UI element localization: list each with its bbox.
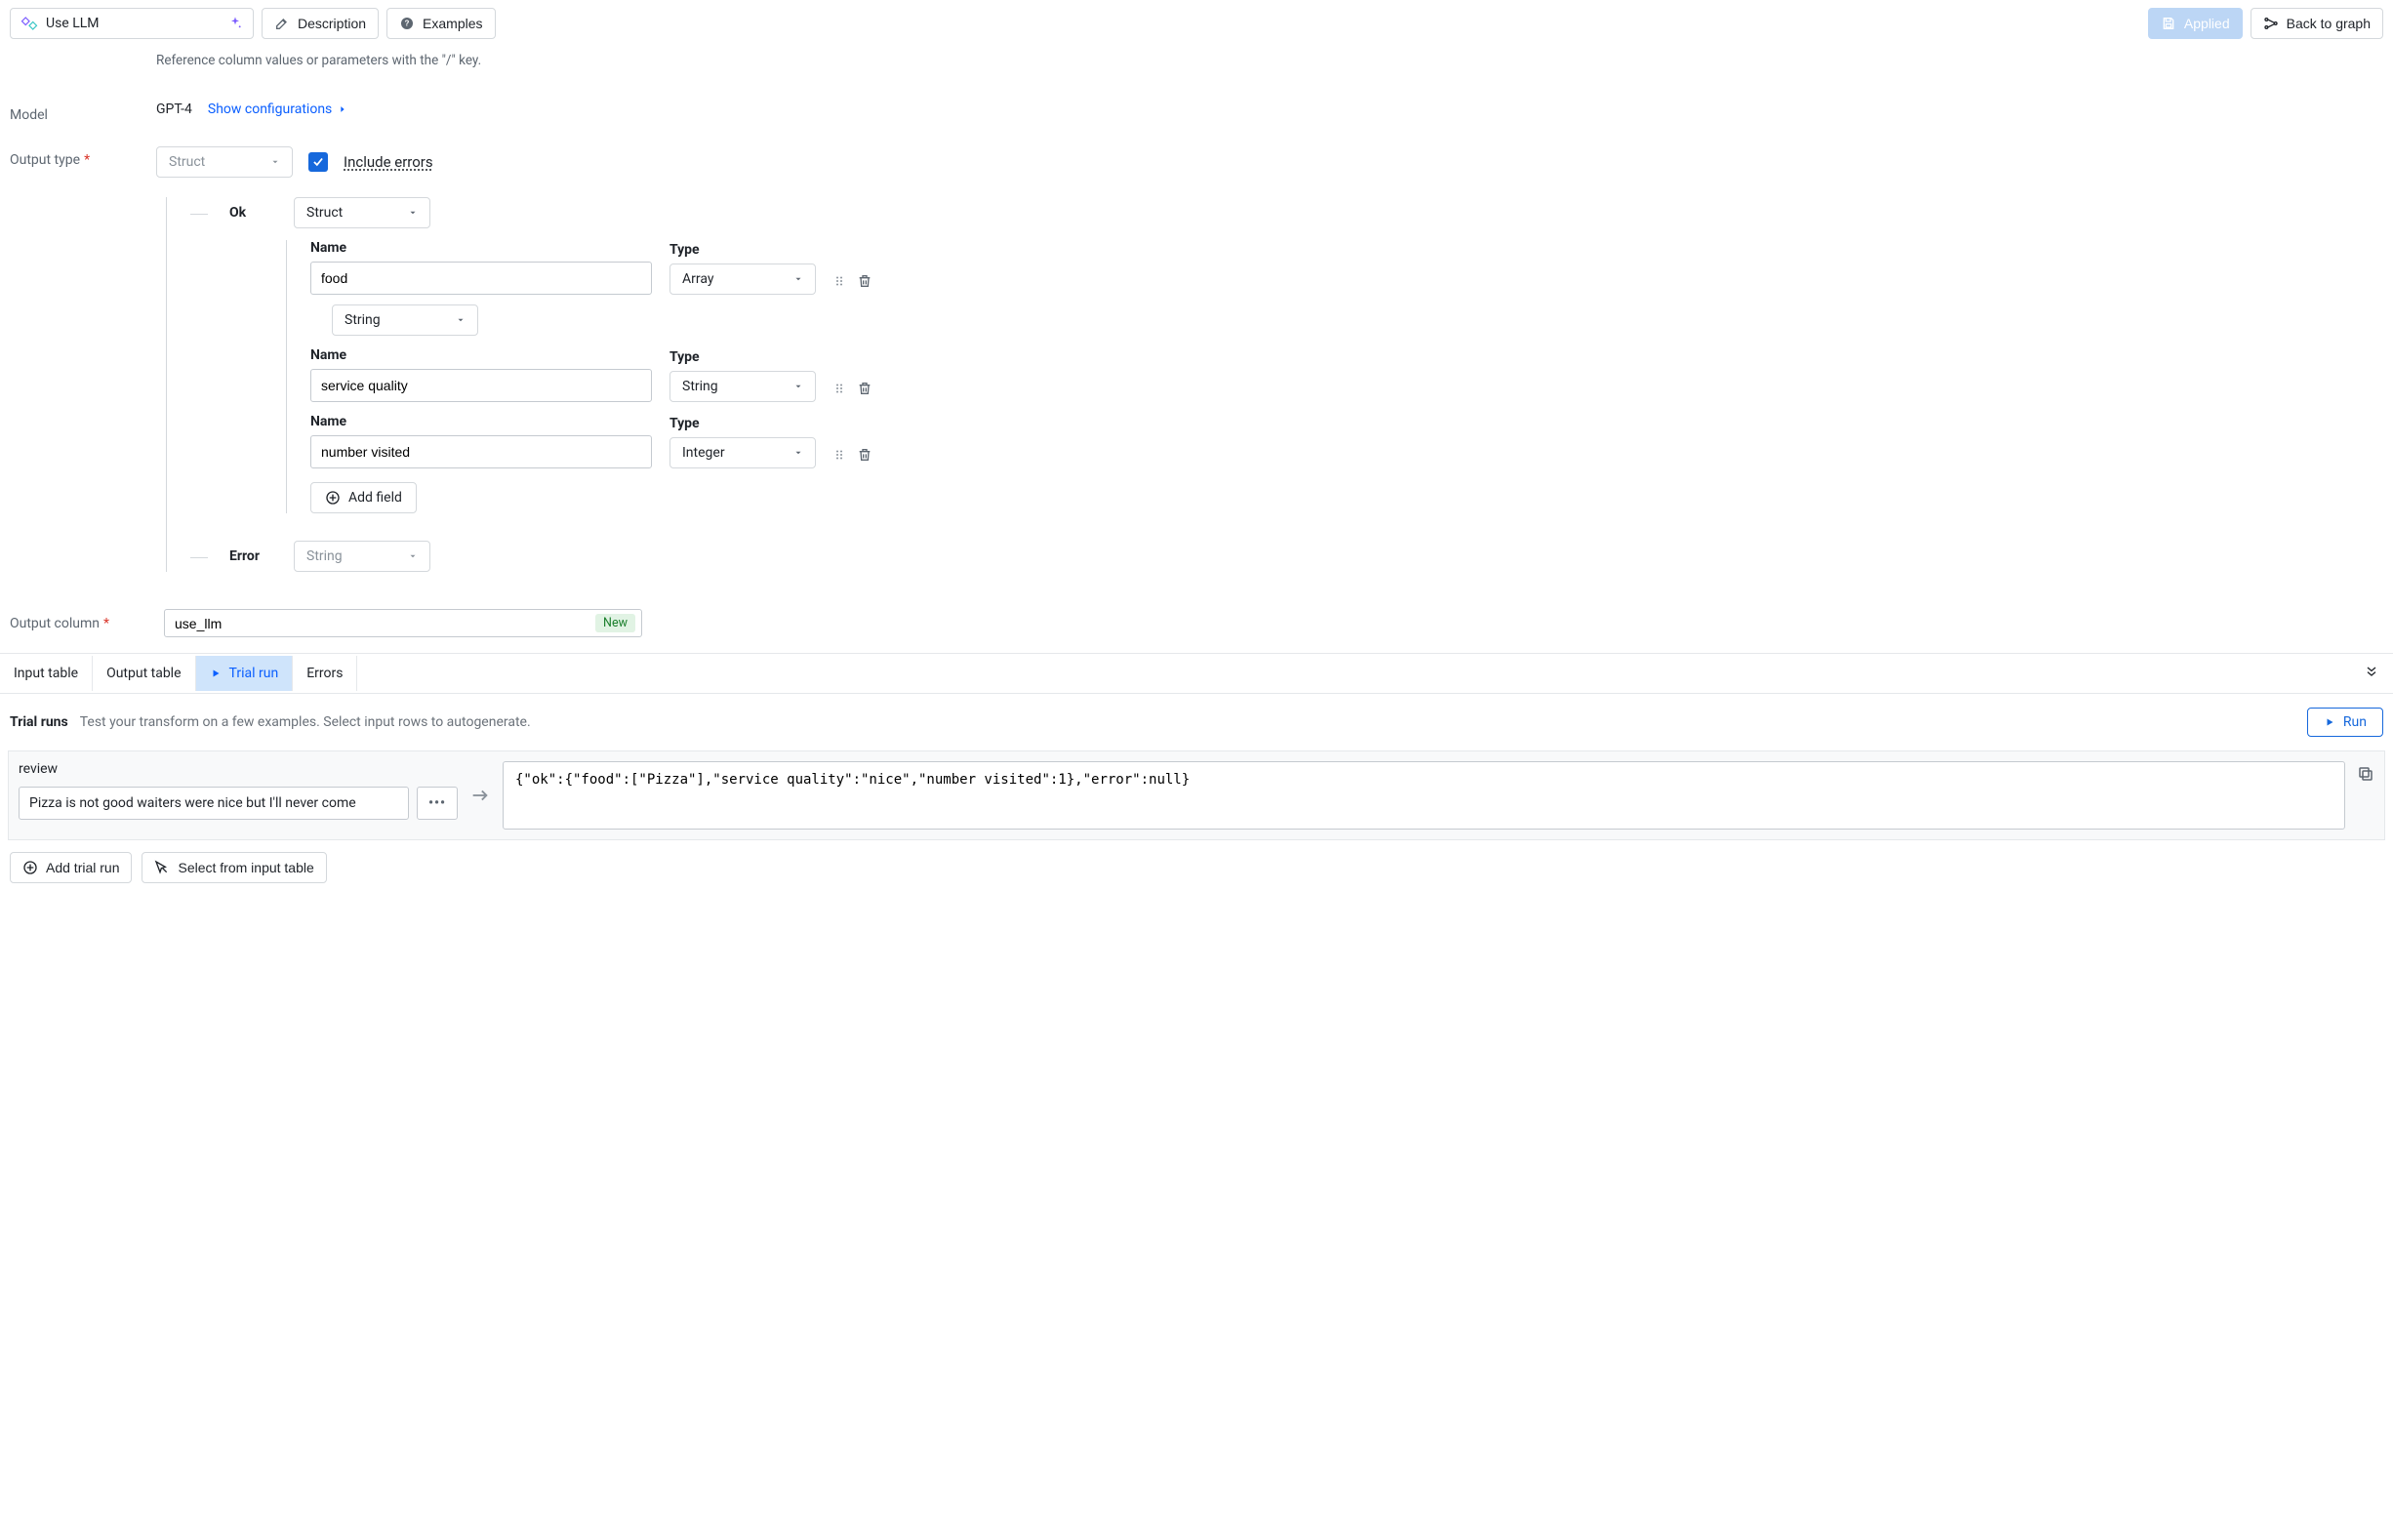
type-header: Type xyxy=(669,242,816,258)
new-badge: New xyxy=(595,614,635,632)
name-header: Name xyxy=(310,414,652,429)
help-icon: ? xyxy=(399,16,415,31)
field-subtype-select[interactable]: String xyxy=(332,304,478,336)
chevron-right-icon xyxy=(338,104,347,114)
tab-trial-run[interactable]: Trial run xyxy=(196,656,294,691)
delete-icon[interactable] xyxy=(857,381,872,396)
caret-down-icon xyxy=(408,551,418,561)
caret-down-icon xyxy=(408,208,418,218)
include-errors-label: Include errors xyxy=(344,153,433,171)
node-title-input[interactable]: Use LLM xyxy=(10,8,254,39)
trial-runs-desc: Test your transform on a few examples. S… xyxy=(80,714,531,730)
back-to-graph-button[interactable]: Back to graph xyxy=(2251,8,2383,39)
trial-run-row: review Pizza is not good waiters were ni… xyxy=(8,750,2385,840)
prompt-hint-text: Reference column values or parameters wi… xyxy=(156,53,2383,68)
name-header: Name xyxy=(310,240,652,256)
drag-handle-icon[interactable] xyxy=(833,273,845,289)
delete-icon[interactable] xyxy=(857,447,872,463)
type-header: Type xyxy=(669,416,816,431)
ok-type-select[interactable]: Struct xyxy=(294,197,430,228)
examples-button-label: Examples xyxy=(423,16,482,31)
trial-input-more-button[interactable]: ••• xyxy=(417,787,458,820)
collapse-panel-button[interactable] xyxy=(2350,654,2393,693)
error-type-select[interactable]: String xyxy=(294,541,430,572)
add-field-button[interactable]: Add field xyxy=(310,482,417,513)
field-type-select[interactable]: Array xyxy=(669,263,816,295)
edit-icon xyxy=(274,16,290,31)
delete-icon[interactable] xyxy=(857,273,872,289)
description-button-label: Description xyxy=(298,16,366,31)
sparkle-icon xyxy=(227,16,243,31)
trial-output-field[interactable] xyxy=(503,761,2345,830)
error-branch-label: Error xyxy=(229,548,278,564)
model-label: Model xyxy=(10,107,146,123)
node-title-text: Use LLM xyxy=(46,16,100,31)
examples-button[interactable]: ? Examples xyxy=(386,8,495,39)
field-name-input[interactable] xyxy=(310,369,652,402)
drag-handle-icon[interactable] xyxy=(833,381,845,396)
caret-down-icon xyxy=(793,274,803,284)
svg-text:?: ? xyxy=(405,20,410,28)
include-errors-checkbox[interactable] xyxy=(308,152,328,172)
arrow-right-icon xyxy=(469,761,491,830)
caret-down-icon xyxy=(793,382,803,391)
add-trial-run-button[interactable]: Add trial run xyxy=(10,852,132,883)
cursor-table-icon xyxy=(154,860,170,875)
caret-down-icon xyxy=(270,157,280,167)
trial-input-label: review xyxy=(19,761,458,777)
type-header: Type xyxy=(669,349,816,365)
play-icon xyxy=(2324,716,2335,728)
tab-errors[interactable]: Errors xyxy=(293,656,357,691)
model-value: GPT-4 xyxy=(156,101,192,117)
trial-runs-title: Trial runs xyxy=(10,714,68,730)
plus-circle-icon xyxy=(325,490,341,506)
output-type-select[interactable]: Struct xyxy=(156,146,293,178)
chevron-double-down-icon xyxy=(2364,664,2379,679)
run-button[interactable]: Run xyxy=(2307,708,2383,737)
copy-output-button[interactable] xyxy=(2357,761,2374,830)
field-name-input[interactable] xyxy=(310,435,652,468)
plus-circle-icon xyxy=(22,860,38,875)
output-column-label: Output column* xyxy=(10,616,146,631)
tab-input-table[interactable]: Input table xyxy=(0,656,93,691)
description-button[interactable]: Description xyxy=(262,8,379,39)
field-type-select[interactable]: String xyxy=(669,371,816,402)
graph-icon xyxy=(2263,16,2279,31)
name-header: Name xyxy=(310,347,652,363)
output-column-input-wrapper[interactable]: New xyxy=(164,609,642,637)
applied-button[interactable]: Applied xyxy=(2148,8,2243,39)
caret-down-icon xyxy=(456,315,466,325)
select-from-input-table-button[interactable]: Select from input table xyxy=(142,852,326,883)
output-type-label: Output type* xyxy=(10,152,146,168)
llm-node-icon xyxy=(20,15,38,32)
ok-branch-label: Ok xyxy=(229,205,278,221)
applied-button-label: Applied xyxy=(2184,16,2230,31)
output-column-input[interactable] xyxy=(175,616,595,631)
trial-input-field[interactable]: Pizza is not good waiters were nice but … xyxy=(19,787,409,820)
show-configurations-link[interactable]: Show configurations xyxy=(208,101,347,117)
drag-handle-icon[interactable] xyxy=(833,447,845,463)
tab-output-table[interactable]: Output table xyxy=(93,656,195,691)
field-type-select[interactable]: Integer xyxy=(669,437,816,468)
field-name-input[interactable] xyxy=(310,262,652,295)
save-icon xyxy=(2161,16,2176,31)
play-icon xyxy=(210,668,222,679)
back-button-label: Back to graph xyxy=(2287,16,2371,31)
caret-down-icon xyxy=(793,448,803,458)
